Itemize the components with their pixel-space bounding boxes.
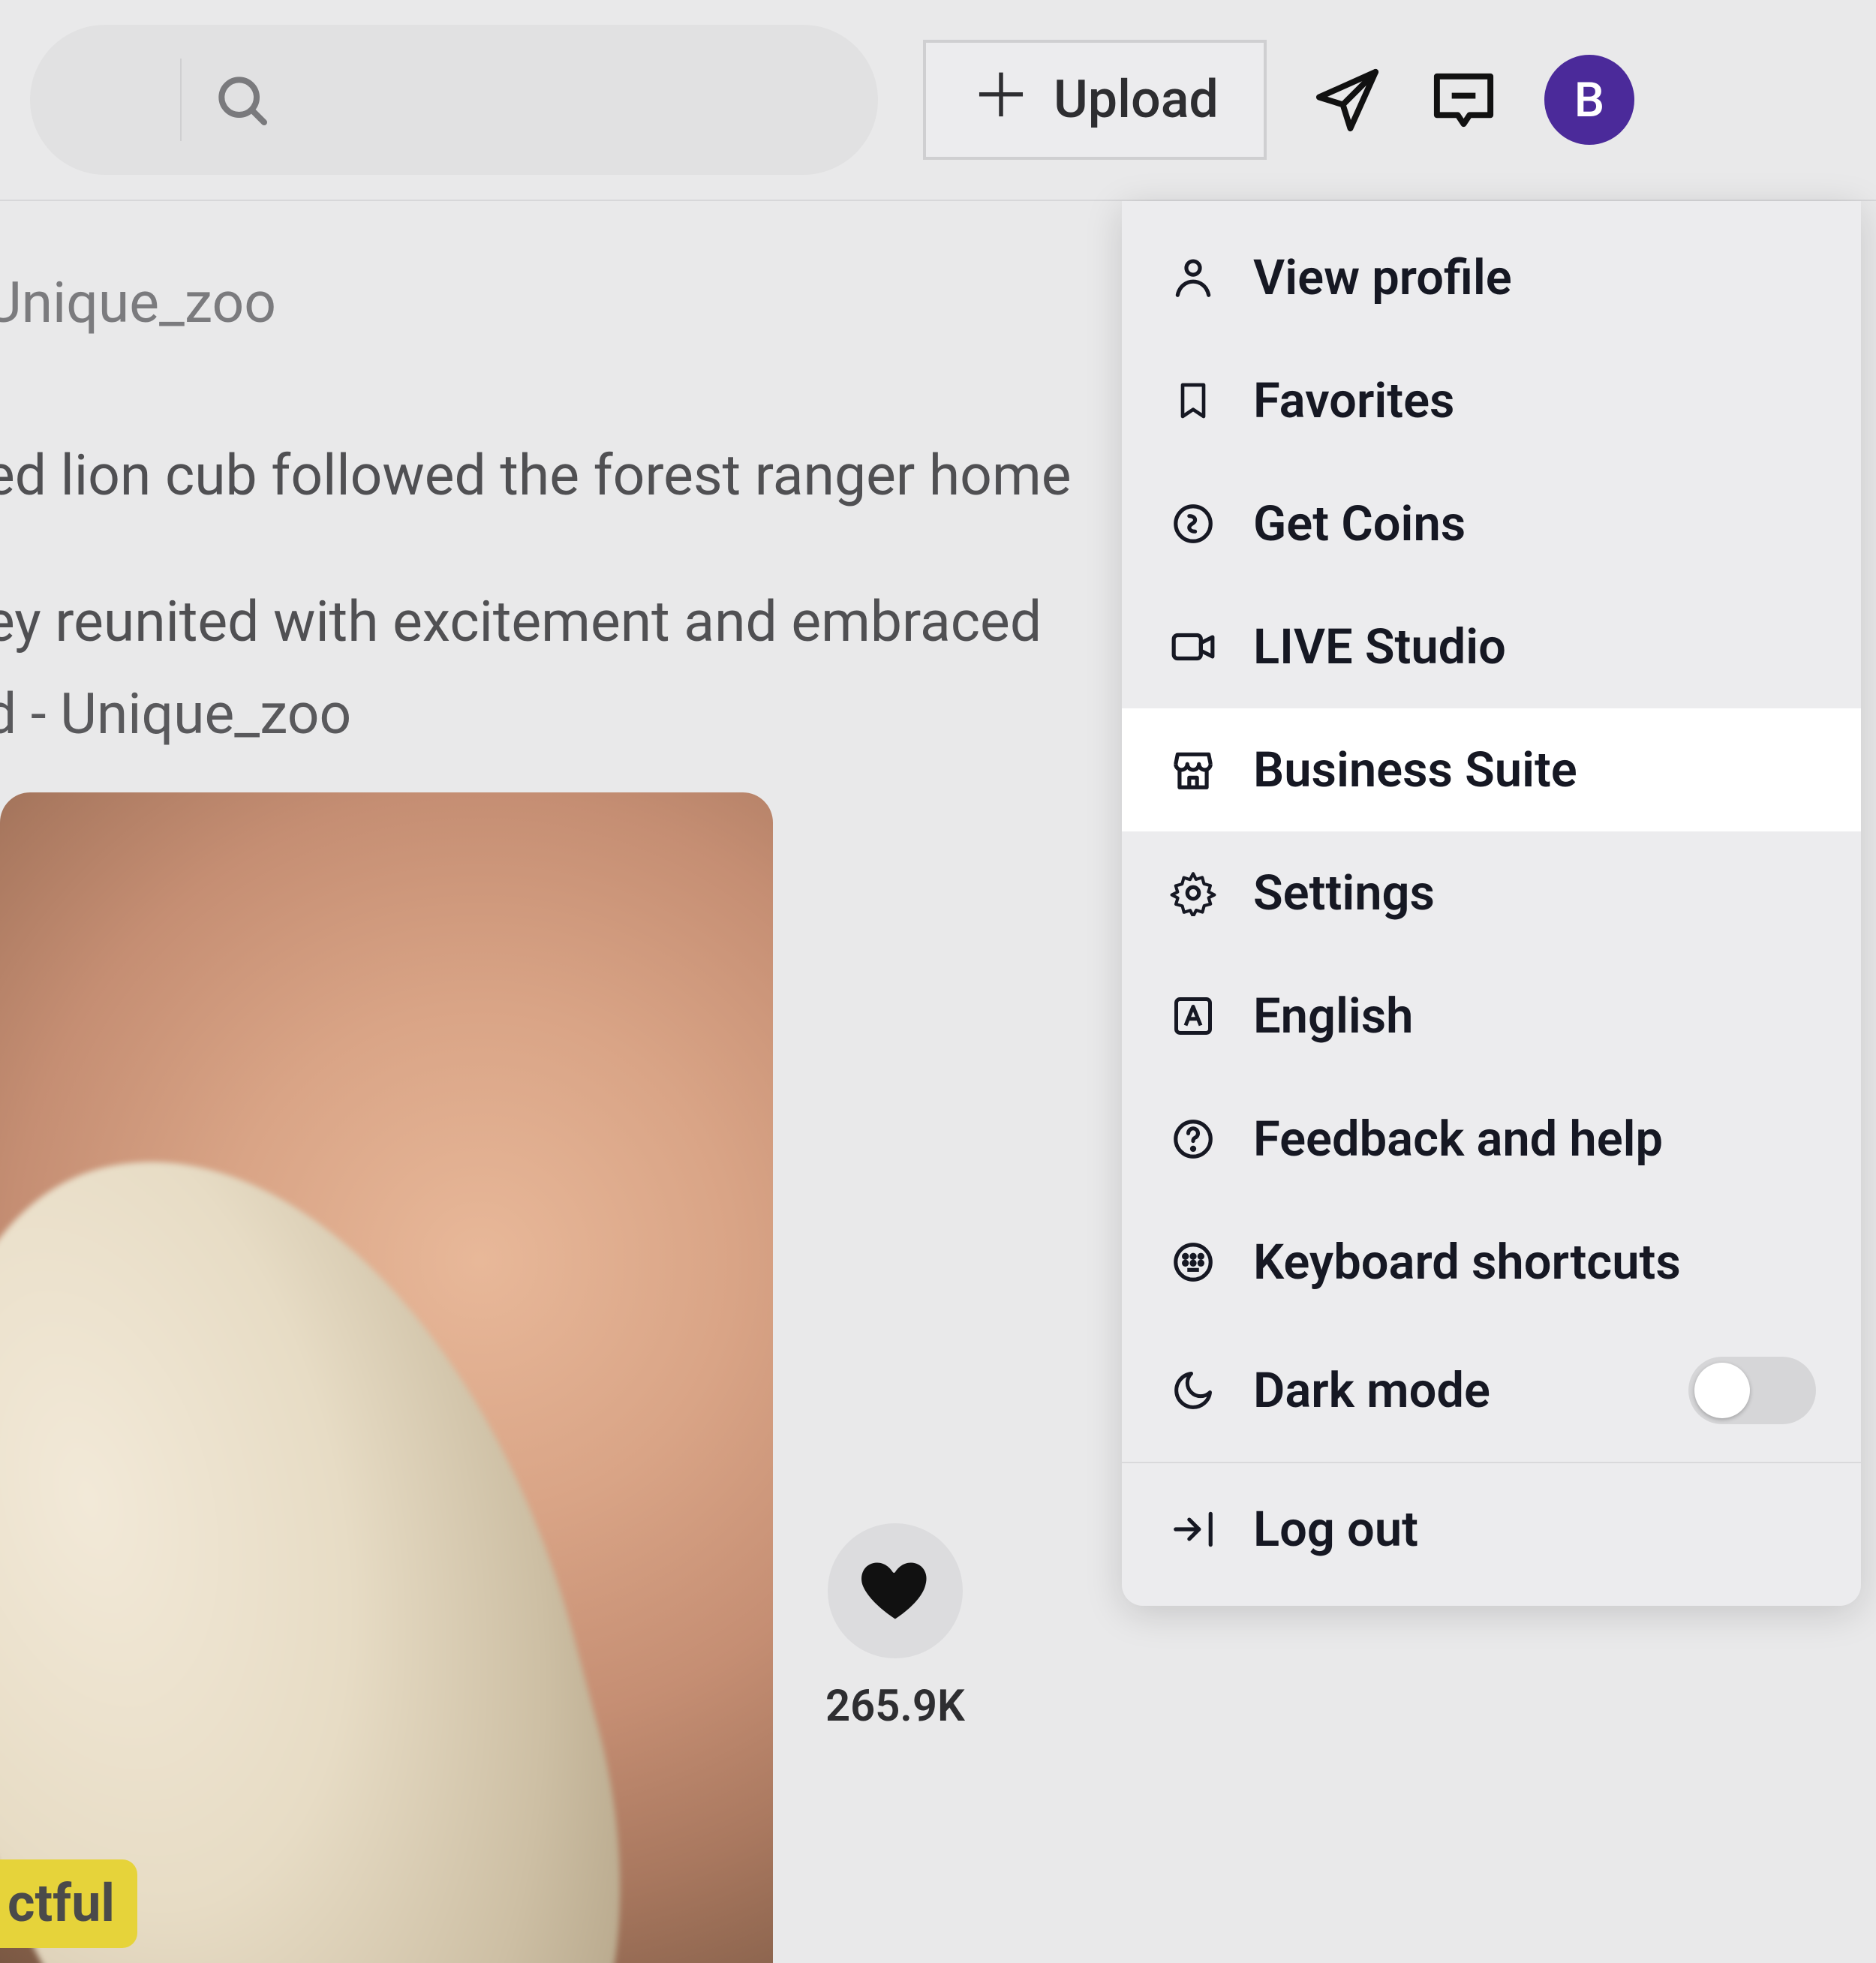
keyboard-icon	[1167, 1239, 1219, 1285]
profile-menu: View profile Favorites Get Coins LIVE Studi…	[1122, 201, 1861, 1606]
upload-button[interactable]: ＋ Upload	[923, 40, 1267, 160]
search-icon[interactable]	[212, 70, 272, 130]
menu-item-settings[interactable]: Settings	[1122, 831, 1861, 954]
avatar-letter: B	[1574, 72, 1604, 128]
menu-separator	[1122, 1462, 1861, 1463]
dark-mode-toggle[interactable]	[1688, 1357, 1816, 1424]
menu-item-business-suite[interactable]: Business Suite	[1122, 708, 1861, 831]
menu-item-feedback[interactable]: Feedback and help	[1122, 1078, 1861, 1201]
video-thumbnail[interactable]: ctful	[0, 792, 773, 1963]
avatar[interactable]: B	[1544, 55, 1634, 145]
menu-label: Favorites	[1253, 372, 1454, 429]
menu-item-get-coins[interactable]: Get Coins	[1122, 462, 1861, 585]
search-input[interactable]	[30, 25, 878, 175]
menu-item-view-profile[interactable]: View profile	[1122, 216, 1861, 339]
menu-item-dark-mode[interactable]: Dark mode	[1122, 1324, 1861, 1457]
menu-label: Get Coins	[1253, 495, 1466, 552]
camera-icon	[1167, 624, 1219, 670]
menu-label: Settings	[1253, 864, 1435, 921]
menu-label: Keyboard shortcuts	[1253, 1234, 1681, 1291]
store-icon	[1167, 747, 1219, 793]
like-count: 265.9K	[825, 1681, 965, 1732]
thumbnail-badge: ctful	[0, 1859, 137, 1948]
person-icon	[1167, 254, 1219, 301]
logout-icon	[1167, 1506, 1219, 1553]
messages-icon[interactable]	[1312, 65, 1383, 136]
menu-arrow	[1751, 201, 1793, 203]
header-bar: ＋ Upload B	[0, 0, 1876, 201]
menu-label: LIVE Studio	[1253, 618, 1506, 675]
help-icon	[1167, 1116, 1219, 1162]
menu-item-favorites[interactable]: Favorites	[1122, 339, 1861, 462]
menu-item-logout[interactable]: Log out	[1122, 1468, 1861, 1591]
menu-label: Business Suite	[1253, 741, 1577, 798]
moon-icon	[1167, 1368, 1219, 1413]
like-column: 265.9K	[825, 1523, 965, 1732]
gear-icon	[1167, 870, 1219, 916]
menu-label: Log out	[1253, 1501, 1418, 1558]
upload-label: Upload	[1054, 69, 1219, 131]
menu-label: View profile	[1253, 249, 1512, 306]
menu-item-shortcuts[interactable]: Keyboard shortcuts	[1122, 1201, 1861, 1324]
coin-icon	[1167, 501, 1219, 547]
menu-label: English	[1253, 988, 1413, 1045]
search-divider	[180, 59, 182, 141]
menu-item-language[interactable]: English	[1122, 954, 1861, 1078]
like-button[interactable]	[828, 1523, 963, 1658]
bookmark-icon	[1167, 377, 1219, 424]
menu-label: Dark mode	[1253, 1362, 1490, 1419]
menu-item-live-studio[interactable]: LIVE Studio	[1122, 585, 1861, 708]
menu-label: Feedback and help	[1253, 1111, 1663, 1168]
language-icon	[1167, 994, 1219, 1039]
inbox-icon[interactable]	[1428, 65, 1499, 136]
